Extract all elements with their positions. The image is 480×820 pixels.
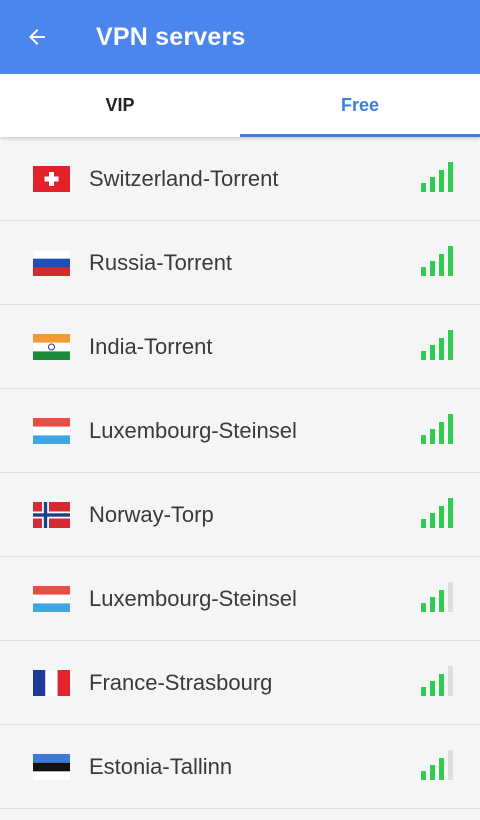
signal-bar: [448, 498, 453, 528]
back-button[interactable]: [0, 0, 74, 74]
tab-vip[interactable]: VIP: [0, 74, 240, 137]
signal-bar: [421, 603, 426, 612]
server-name: India-Torrent: [89, 333, 213, 359]
signal-bar: [439, 338, 444, 360]
signal-bar: [421, 267, 426, 276]
signal-bar: [421, 687, 426, 696]
signal-bar: [421, 351, 426, 360]
signal-bar: [430, 261, 435, 276]
signal-bar: [430, 513, 435, 528]
signal-strength-icon: [421, 330, 453, 360]
signal-bar: [430, 597, 435, 612]
signal-bar: [439, 254, 444, 276]
server-name: Russia-Torrent: [89, 249, 233, 275]
signal-bar: [421, 183, 426, 192]
signal-strength-icon: [421, 246, 453, 276]
estonia-flag-icon: [33, 753, 70, 780]
server-row[interactable]: Luxembourg-Steinsel: [0, 557, 480, 641]
signal-bar: [448, 414, 453, 444]
app-bar: VPN servers: [0, 0, 480, 74]
india-flag-icon: [33, 333, 70, 360]
signal-strength-icon: [421, 582, 453, 612]
signal-bar: [439, 758, 444, 780]
signal-bar: [430, 681, 435, 696]
signal-bar: [430, 177, 435, 192]
arrow-left-icon: [29, 29, 45, 45]
russia-flag-icon: [33, 249, 70, 276]
server-name: Norway-Torp: [89, 501, 214, 527]
server-row[interactable]: Russia-Torrent: [0, 221, 480, 305]
signal-bar: [448, 750, 453, 780]
server-row[interactable]: Norway-Torp: [0, 473, 480, 557]
server-name: France-Strasbourg: [89, 669, 273, 695]
tab-free[interactable]: Free: [240, 74, 480, 137]
server-name: Switzerland-Torrent: [89, 165, 279, 191]
switzerland-flag-icon: [33, 165, 70, 192]
norway-flag-icon: [33, 501, 70, 528]
tab-bar: VIP Free: [0, 74, 480, 137]
luxembourg-flag-icon: [33, 417, 70, 444]
server-row[interactable]: Luxembourg-Steinsel: [0, 389, 480, 473]
page-title: VPN servers: [96, 22, 246, 51]
signal-bar: [448, 330, 453, 360]
server-row[interactable]: France-Strasbourg: [0, 641, 480, 725]
signal-bar: [439, 170, 444, 192]
server-name: Luxembourg-Steinsel: [89, 417, 297, 443]
signal-strength-icon: [421, 162, 453, 192]
signal-bar: [439, 422, 444, 444]
signal-bar: [439, 674, 444, 696]
signal-bar: [421, 519, 426, 528]
signal-strength-icon: [421, 750, 453, 780]
signal-bar: [421, 771, 426, 780]
signal-bar: [430, 345, 435, 360]
france-flag-icon: [33, 669, 70, 696]
signal-strength-icon: [421, 498, 453, 528]
signal-bar: [421, 435, 426, 444]
signal-bar: [448, 162, 453, 192]
server-list: Switzerland-Torrent Russia-Torrent India…: [0, 137, 480, 809]
signal-bar: [430, 429, 435, 444]
server-name: Estonia-Tallinn: [89, 753, 233, 779]
luxembourg-flag-icon: [33, 585, 70, 612]
signal-strength-icon: [421, 414, 453, 444]
server-row[interactable]: India-Torrent: [0, 305, 480, 389]
signal-bar: [448, 582, 453, 612]
signal-bar: [448, 666, 453, 696]
signal-strength-icon: [421, 666, 453, 696]
server-row[interactable]: Switzerland-Torrent: [0, 137, 480, 221]
signal-bar: [430, 765, 435, 780]
server-name: Luxembourg-Steinsel: [89, 585, 297, 611]
signal-bar: [439, 590, 444, 612]
signal-bar: [439, 506, 444, 528]
signal-bar: [448, 246, 453, 276]
server-row[interactable]: Estonia-Tallinn: [0, 725, 480, 809]
